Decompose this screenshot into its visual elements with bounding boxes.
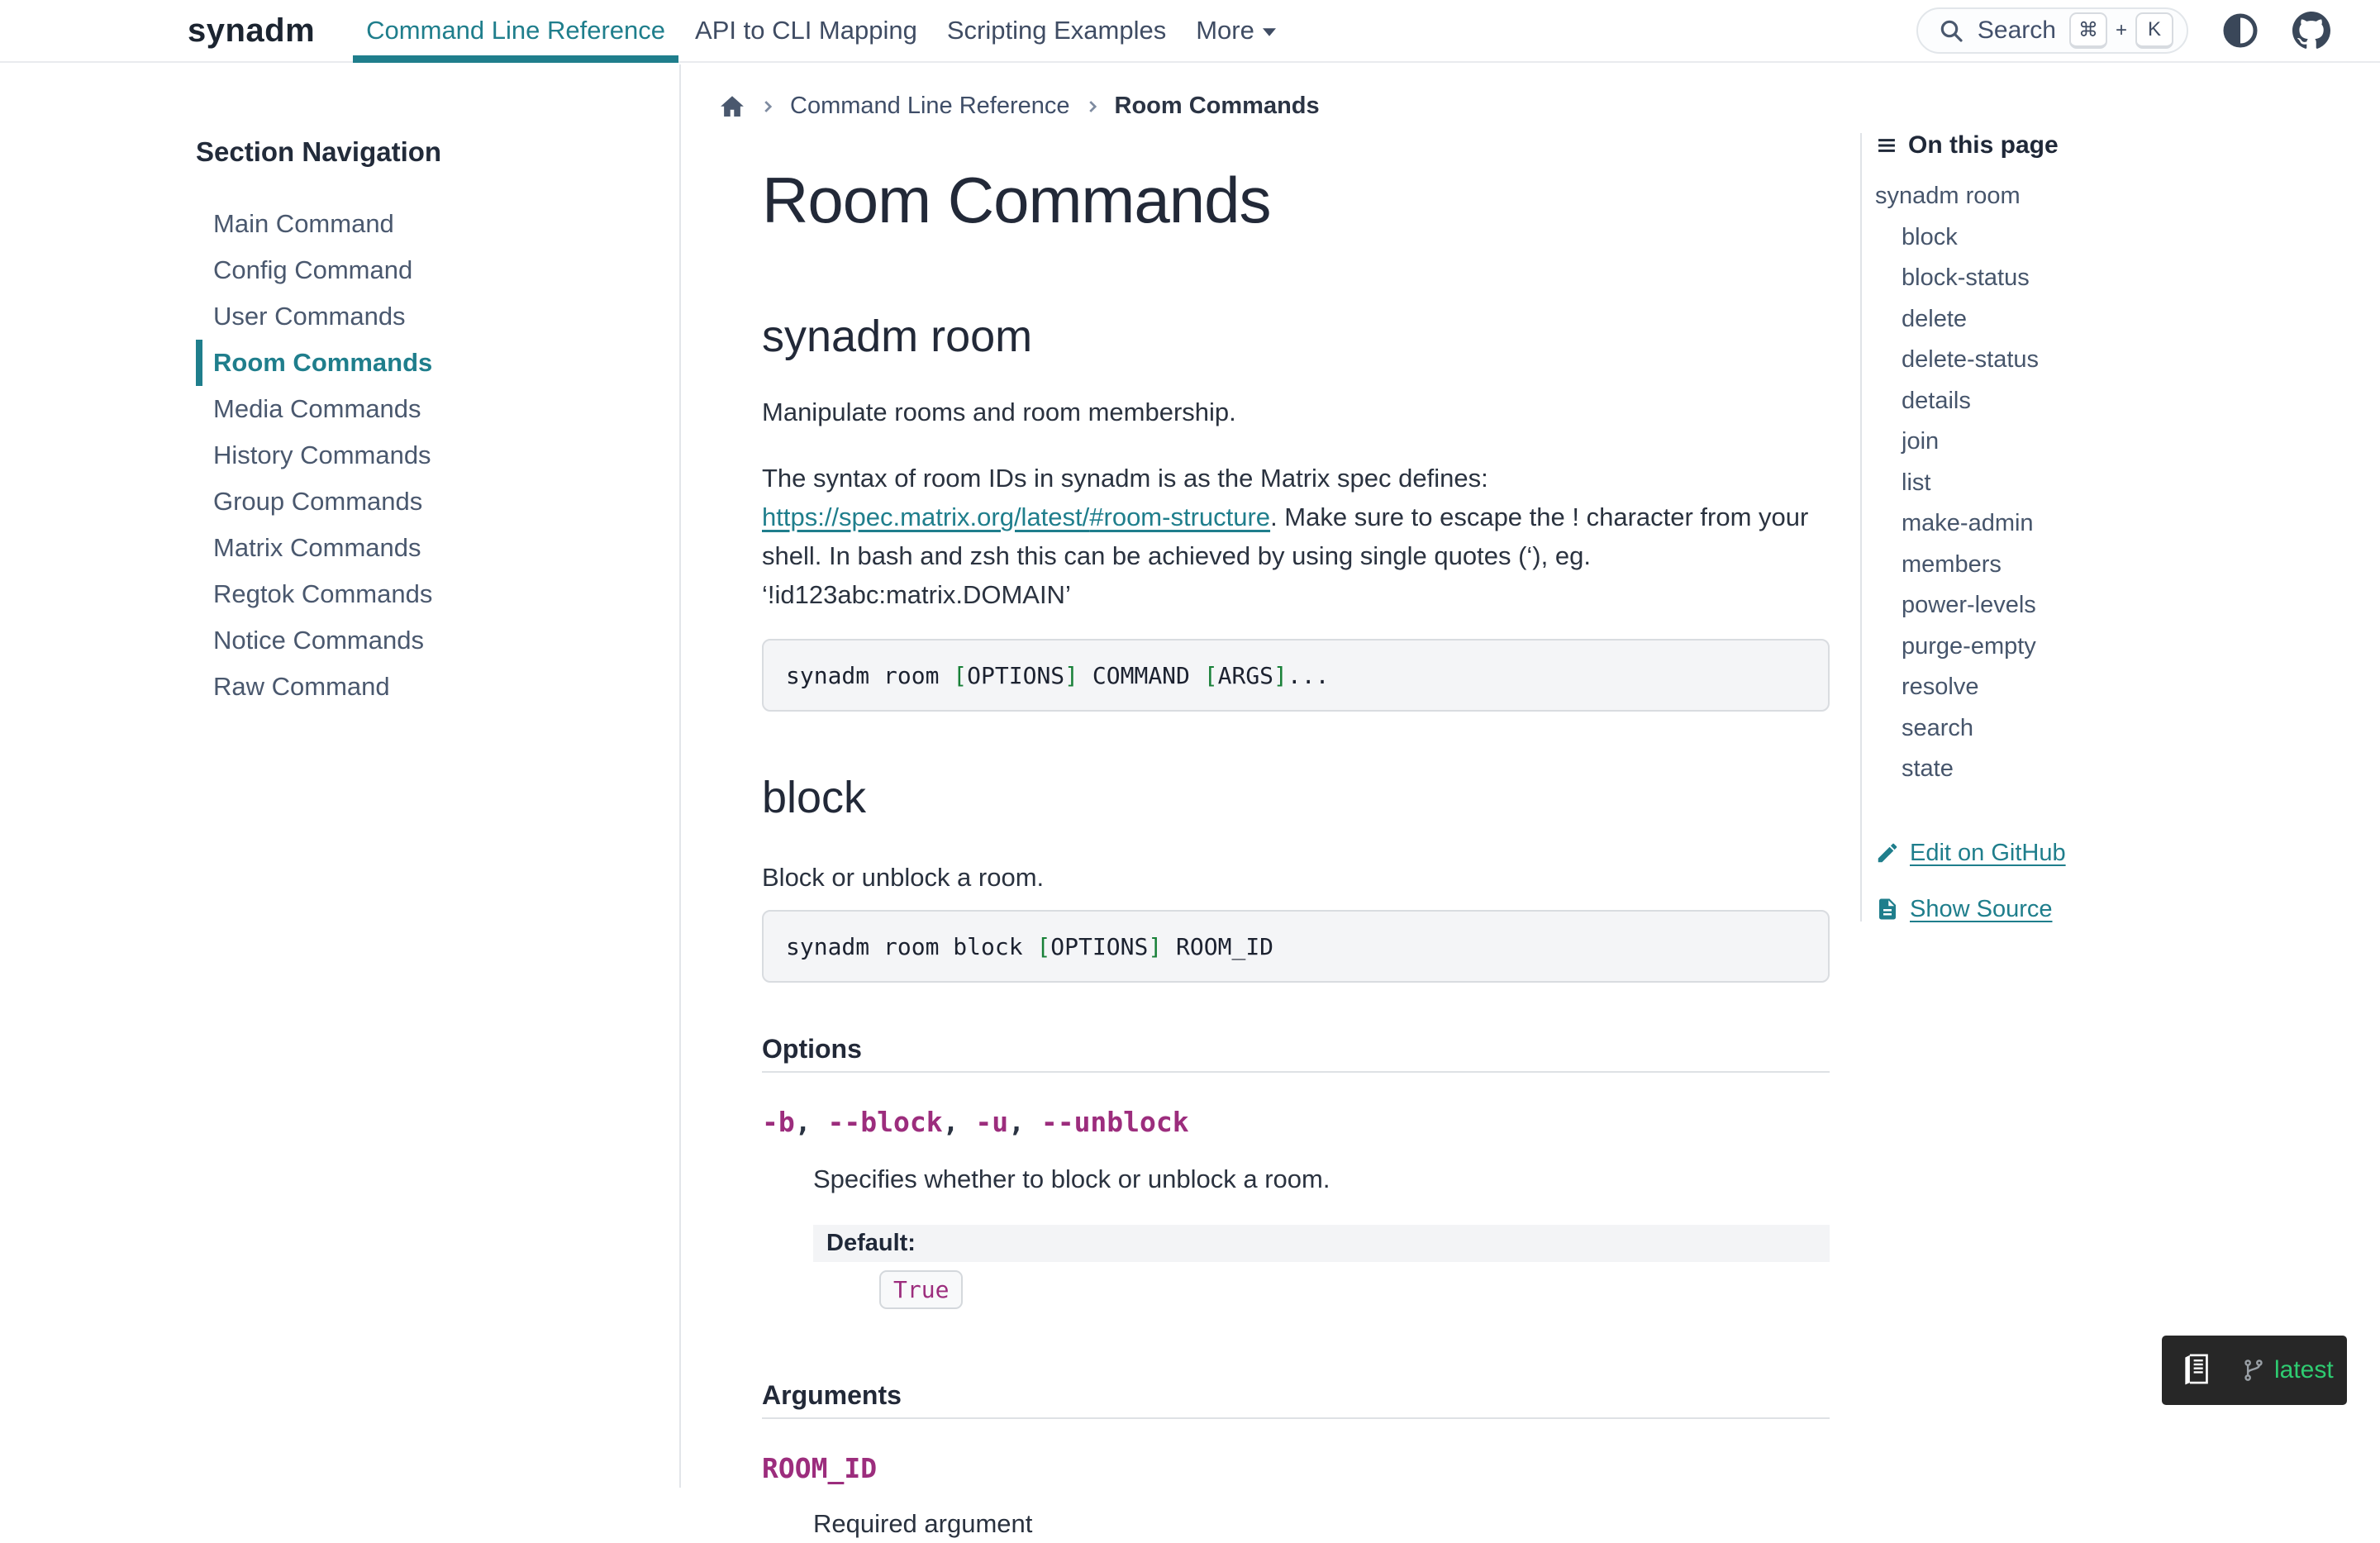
default-label: Default: (826, 1230, 916, 1256)
site-logo[interactable]: synadm (188, 12, 315, 50)
toc-item-search[interactable]: search (1875, 708, 2356, 750)
pencil-icon (1875, 841, 1900, 865)
sidebar-item-config-command[interactable]: Config Command (196, 247, 679, 293)
toc-item-make-admin[interactable]: make-admin (1875, 503, 2356, 545)
theme-toggle-button[interactable] (2221, 12, 2259, 50)
toc-item-purge-empty[interactable]: purge-empty (1875, 626, 2356, 668)
sidebar-item-notice-commands[interactable]: Notice Commands (196, 617, 679, 664)
code-line: synadm room [OPTIONS] COMMAND [ARGS]... (786, 662, 1329, 689)
page-title: Room Commands (762, 167, 1830, 233)
version-label: latest (2274, 1356, 2334, 1384)
matrix-spec-link[interactable]: https://spec.matrix.org/latest/#room-str… (762, 502, 1270, 531)
readthedocs-book-icon (2180, 1351, 2211, 1389)
section-heading-block: block (762, 774, 1830, 821)
toc-item-power-levels[interactable]: power-levels (1875, 585, 2356, 626)
argument-signature: ROOM_ID (762, 1452, 1830, 1484)
github-link[interactable] (2292, 12, 2330, 50)
github-icon (2292, 12, 2330, 50)
section-navigation-sidebar: Section Navigation Main Command Config C… (0, 64, 681, 1488)
toc-item-block[interactable]: block (1875, 217, 2356, 259)
search-label: Search (1978, 17, 2056, 45)
toc-title-row: On this page (1875, 131, 2356, 160)
edit-on-github-label: Edit on GitHub (1910, 840, 2066, 867)
room-id-syntax-paragraph: The syntax of room IDs in synadm is as t… (762, 459, 1830, 614)
kbd-plus: + (2116, 19, 2127, 42)
option-signature: -b, --block, -u, --unblock (762, 1106, 1830, 1138)
sidebar-title: Section Navigation (196, 136, 679, 168)
show-source-label: Show Source (1910, 896, 2053, 923)
nav-command-line-reference[interactable]: Command Line Reference (351, 0, 680, 61)
toc-item-synadm-room[interactable]: synadm room (1875, 176, 2356, 217)
code-line: synadm room block [OPTIONS] ROOM_ID (786, 933, 1273, 960)
home-icon (719, 93, 745, 120)
sidebar-item-matrix-commands[interactable]: Matrix Commands (196, 525, 679, 571)
matrix-spec-link-part1: https://spec.matrix.org/latest/ (762, 502, 1089, 531)
nav-label: Scripting Examples (947, 16, 1166, 45)
toc-item-state[interactable]: state (1875, 749, 2356, 790)
sidebar-item-user-commands[interactable]: User Commands (196, 293, 679, 340)
default-value-row: True (879, 1270, 1830, 1309)
option-description: Specifies whether to block or unblock a … (813, 1160, 1830, 1198)
sidebar-item-group-commands[interactable]: Group Commands (196, 479, 679, 525)
breadcrumb-home-link[interactable] (719, 93, 745, 120)
section-heading-synadm-room: synadm room (762, 313, 1830, 360)
sidebar-item-media-commands[interactable]: Media Commands (196, 386, 679, 432)
nav-more-dropdown[interactable]: More (1181, 0, 1291, 61)
nav-label: Command Line Reference (366, 16, 665, 45)
sidebar-item-history-commands[interactable]: History Commands (196, 432, 679, 479)
search-icon (1938, 17, 1964, 44)
chevron-down-icon (1263, 28, 1276, 36)
sidebar-item-regtok-commands[interactable]: Regtok Commands (196, 571, 679, 617)
nav-api-to-cli-mapping[interactable]: API to CLI Mapping (680, 0, 932, 61)
nav-label: More (1196, 16, 1254, 45)
toc-item-details[interactable]: details (1875, 381, 2356, 422)
block-lead: Block or unblock a room. (762, 858, 1830, 897)
toc-title: On this page (1908, 131, 2059, 160)
file-icon (1875, 897, 1900, 922)
synadm-room-lead: Manipulate rooms and room membership. (762, 393, 1830, 431)
git-branch-icon (2241, 1358, 2266, 1383)
default-field-header: Default: (813, 1225, 1830, 1262)
nav-scripting-examples[interactable]: Scripting Examples (932, 0, 1181, 61)
list-icon (1875, 134, 1898, 157)
argument-description: Required argument (813, 1504, 1830, 1543)
kbd-cmd: ⌘ (2069, 12, 2107, 49)
toc-item-resolve[interactable]: resolve (1875, 667, 2356, 708)
navbar-actions: Search ⌘ + K (1916, 0, 2330, 61)
edit-on-github-link[interactable]: Edit on GitHub (1875, 840, 2356, 867)
on-this-page-toc: On this page synadm room block block-sta… (1860, 131, 2356, 923)
sidebar-item-room-commands[interactable]: Room Commands (196, 340, 679, 386)
syntax-text: The syntax of room IDs in synadm is as t… (762, 464, 1488, 493)
kbd-k: K (2135, 12, 2173, 49)
top-navbar: synadm Command Line Reference API to CLI… (0, 0, 2380, 63)
toc-item-list[interactable]: list (1875, 463, 2356, 504)
show-source-link[interactable]: Show Source (1875, 896, 2356, 923)
theme-toggle-icon (2221, 12, 2259, 50)
toc-list: synadm room block block-status delete de… (1875, 176, 2356, 790)
default-value-badge: True (879, 1270, 963, 1309)
usage-codeblock-synadm-room: synadm room [OPTIONS] COMMAND [ARGS]... (762, 639, 1830, 712)
options-rubric: Options (762, 1034, 1830, 1073)
matrix-spec-link-part2: #room-structure (1089, 502, 1270, 531)
toc-item-delete[interactable]: delete (1875, 299, 2356, 341)
sidebar-item-raw-command[interactable]: Raw Command (196, 664, 679, 710)
toc-item-members[interactable]: members (1875, 545, 2356, 586)
sidebar-list: Main Command Config Command User Command… (196, 201, 679, 710)
readthedocs-version-flyout[interactable]: latest (2162, 1336, 2347, 1405)
toc-item-delete-status[interactable]: delete-status (1875, 340, 2356, 381)
article: Room Commands synadm room Manipulate roo… (762, 64, 1830, 1543)
toc-item-join[interactable]: join (1875, 421, 2356, 463)
nav-label: API to CLI Mapping (695, 16, 917, 45)
main-nav: Command Line Reference API to CLI Mappin… (351, 0, 1291, 61)
sidebar-item-main-command[interactable]: Main Command (196, 201, 679, 247)
arguments-rubric: Arguments (762, 1380, 1830, 1419)
search-button[interactable]: Search ⌘ + K (1916, 7, 2188, 54)
toc-item-block-status[interactable]: block-status (1875, 258, 2356, 299)
usage-codeblock-block: synadm room block [OPTIONS] ROOM_ID (762, 910, 1830, 983)
